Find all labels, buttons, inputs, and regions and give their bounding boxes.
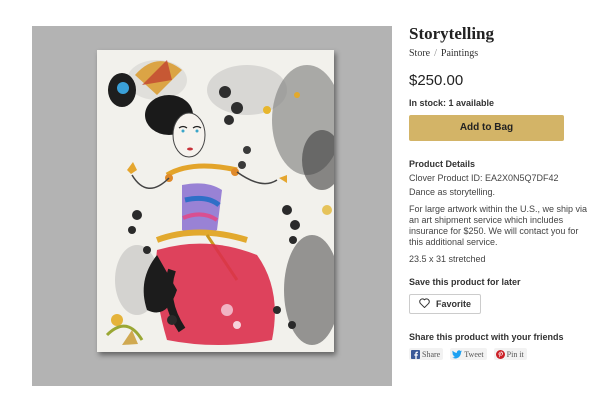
pinterest-pin-button[interactable]: Pin it	[493, 348, 527, 360]
facebook-icon	[411, 349, 420, 359]
painting-image[interactable]	[97, 50, 334, 352]
product-details-heading: Product Details	[409, 159, 476, 169]
facebook-share-button[interactable]: Share	[409, 348, 444, 360]
shipping-note: For large artwork within the U.S., we sh…	[409, 204, 588, 247]
twitter-tweet-label: Tweet	[464, 349, 484, 359]
favorite-label: Favorite	[436, 299, 472, 309]
product-size: 23.5 x 31 stretched	[409, 254, 486, 264]
pinterest-pin-label: Pin it	[506, 349, 524, 359]
save-heading: Save this product for later	[409, 277, 521, 287]
breadcrumb-store-link[interactable]: Store	[409, 48, 430, 59]
share-heading: Share this product with your friends	[409, 332, 564, 342]
share-buttons: Share Tweet Pin it	[409, 348, 589, 360]
heart-icon	[419, 298, 430, 310]
product-description: Dance as storytelling.	[409, 187, 496, 197]
twitter-icon	[452, 349, 463, 359]
breadcrumb-separator: /	[434, 48, 437, 59]
pinterest-icon	[495, 349, 505, 359]
add-to-bag-button[interactable]: Add to Bag	[409, 115, 564, 141]
product-info: Storytelling Store / Paintings $250.00 In …	[409, 24, 589, 360]
product-details-section: Product Details Clover Product ID: EA2X0…	[409, 159, 589, 265]
facebook-share-label: Share	[422, 349, 441, 359]
product-id: Clover Product ID: EA2X0N5Q7DF42	[409, 173, 559, 183]
product-price: $250.00	[409, 72, 464, 89]
twitter-tweet-button[interactable]: Tweet	[450, 348, 487, 360]
favorite-button[interactable]: Favorite	[409, 294, 481, 314]
product-title: Storytelling	[409, 24, 494, 43]
breadcrumb: Store / Paintings	[409, 48, 589, 60]
stock-status: In stock: 1 available	[409, 98, 495, 108]
product-image-panel	[32, 26, 392, 386]
breadcrumb-paintings-link[interactable]: Paintings	[441, 48, 478, 59]
painting-artwork	[105, 60, 334, 345]
